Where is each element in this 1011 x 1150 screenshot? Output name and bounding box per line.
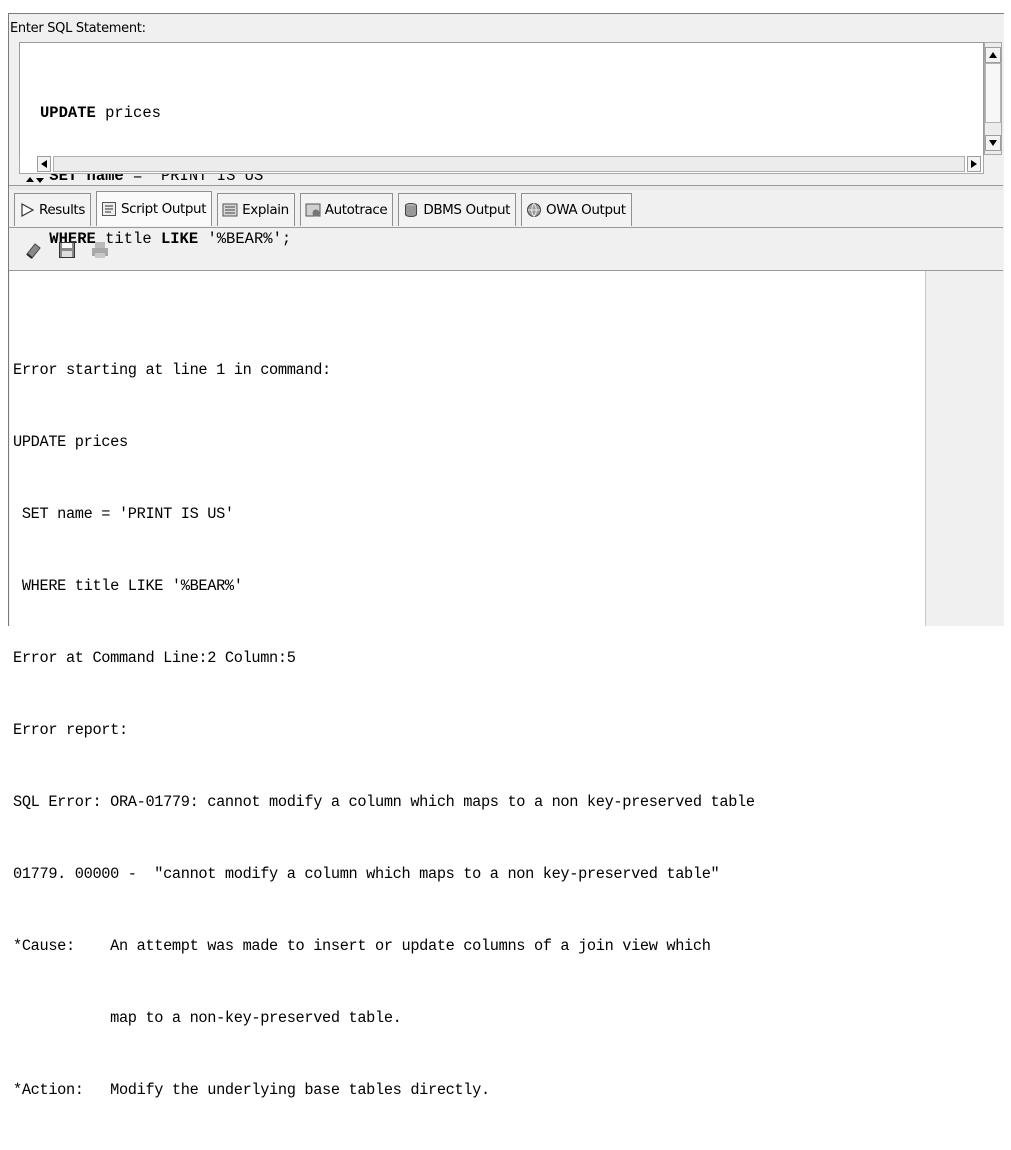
- editor-vertical-scrollbar[interactable]: [984, 42, 1002, 155]
- tab-label: Explain: [242, 202, 289, 218]
- tab-results[interactable]: Results: [14, 193, 91, 226]
- sql-text: prices: [95, 104, 161, 122]
- output-line: 01779. 00000 - "cannot modify a column w…: [13, 865, 720, 883]
- scroll-thumb[interactable]: [985, 63, 1001, 123]
- output-line: UPDATE prices: [13, 433, 128, 451]
- print-button[interactable]: [90, 240, 110, 260]
- tab-label: Autotrace: [324, 202, 388, 218]
- output-line: WHERE title LIKE '%BEAR%': [13, 577, 243, 595]
- output-line: Error report:: [13, 721, 128, 739]
- divider: [9, 227, 1003, 228]
- sql-keyword: UPDATE: [40, 104, 96, 122]
- sql-statement-label: Enter SQL Statement:: [10, 21, 146, 36]
- sql-text: '%BEAR%';: [198, 230, 292, 248]
- output-text: Error starting at line 1 in command: UPD…: [13, 310, 755, 1150]
- scroll-track[interactable]: [53, 156, 965, 172]
- dbms-icon: [405, 203, 418, 217]
- autotrace-icon: [305, 203, 321, 217]
- save-button[interactable]: [57, 240, 77, 260]
- tab-script-output[interactable]: Script Output: [95, 191, 213, 226]
- print-icon: [92, 242, 108, 258]
- clear-button[interactable]: [24, 240, 44, 260]
- arrow-right-icon: [971, 160, 977, 168]
- output-line: SQL Error: ORA-01779: cannot modify a co…: [13, 793, 755, 811]
- output-toolbar: [24, 240, 110, 260]
- arrow-up-icon: [989, 52, 997, 58]
- sql-editor[interactable]: UPDATE prices SET name = 'PRINT IS US' W…: [19, 42, 984, 248]
- tab-owa-output[interactable]: OWA Output: [521, 193, 632, 226]
- script-output-pane[interactable]: Error starting at line 1 in command: UPD…: [10, 271, 926, 1099]
- tab-explain[interactable]: Explain: [217, 193, 295, 226]
- play-icon: [21, 202, 35, 218]
- tab-autotrace[interactable]: Autotrace: [299, 193, 394, 226]
- splitter-bar[interactable]: [9, 185, 1003, 190]
- save-icon: [59, 242, 75, 258]
- output-line: map to a non-key-preserved table.: [13, 1009, 402, 1027]
- tab-dbms-output[interactable]: DBMS Output: [398, 193, 516, 226]
- tab-label: DBMS Output: [423, 202, 510, 218]
- owa-icon: [527, 203, 541, 217]
- sql-line-1: UPDATE prices: [40, 103, 291, 124]
- scroll-up-button[interactable]: [985, 47, 1001, 63]
- tab-label: Script Output: [120, 201, 207, 217]
- output-line: Error starting at line 1 in command:: [13, 361, 331, 379]
- output-line: *Cause: An attempt was made to insert or…: [13, 937, 711, 955]
- eraser-icon: [26, 243, 41, 259]
- output-line: Error at Command Line:2 Column:5: [13, 649, 296, 667]
- arrow-down-icon: [989, 140, 997, 146]
- explain-icon: [222, 203, 238, 217]
- scroll-right-button[interactable]: [967, 156, 981, 172]
- output-tabs: Results Script Output Explain Autotrace …: [14, 191, 637, 227]
- tab-label: Results: [39, 202, 85, 218]
- sql-keyword: LIKE: [160, 230, 199, 248]
- script-icon: [101, 202, 116, 216]
- scroll-left-button[interactable]: [37, 156, 51, 172]
- tab-label: OWA Output: [546, 202, 626, 218]
- output-line: SET name = 'PRINT IS US': [13, 505, 234, 523]
- output-line: *Action: Modify the underlying base tabl…: [13, 1081, 490, 1099]
- arrow-left-icon: [41, 160, 47, 168]
- editor-horizontal-scrollbar[interactable]: [19, 155, 984, 174]
- scroll-down-button[interactable]: [985, 135, 1001, 151]
